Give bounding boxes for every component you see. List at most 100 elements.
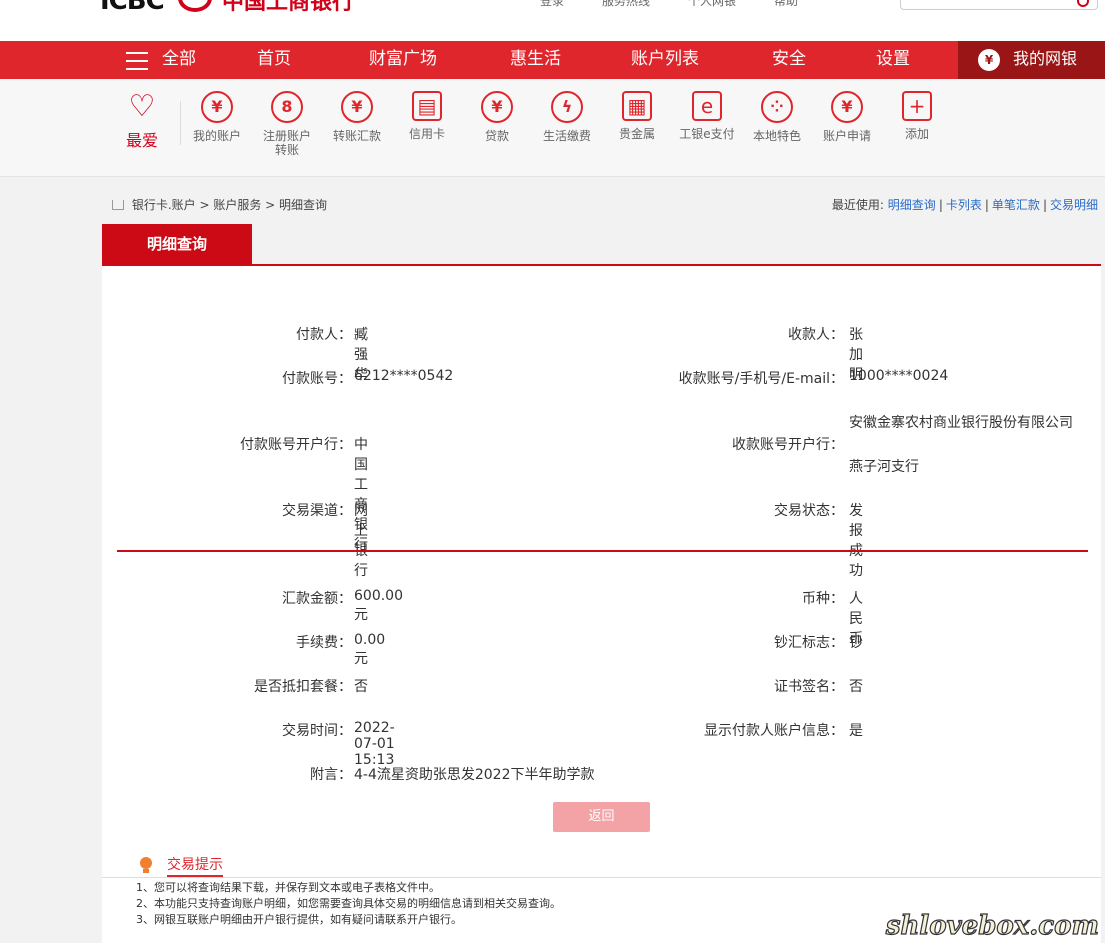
breadcrumb-item[interactable]: 银行卡.账户	[132, 198, 196, 212]
memo-value: 4-4流星资助张思发2022下半年助学款	[354, 767, 595, 783]
quick-label: 添加	[904, 127, 929, 141]
quick-utility[interactable]: ϟ 生活缴费	[534, 91, 600, 143]
tips-divider	[102, 877, 1101, 878]
nav-security[interactable]: 安全	[772, 41, 806, 79]
logo-text: ICBC	[100, 0, 165, 16]
quick-local[interactable]: ⁘ 本地特色	[744, 91, 810, 143]
nav-life[interactable]: 惠生活	[510, 41, 561, 79]
nav-wealth[interactable]: 财富广场	[369, 41, 437, 79]
quick-label: 信用卡	[408, 127, 445, 141]
top-search-input[interactable]	[900, 0, 1098, 10]
quick-transfer[interactable]: ¥ 转账汇款	[324, 91, 390, 143]
gold-bars-icon: ▦	[622, 91, 652, 121]
credit-card-icon: ▤	[412, 91, 442, 121]
recent-link[interactable]: 卡列表	[946, 198, 982, 212]
watermark: shlovebox.com	[885, 910, 1099, 941]
tip-item: 3、网银互联账户明细由开户银行提供，如有疑问请联系开户银行。	[136, 913, 462, 926]
amount-label: 汇款金额：	[282, 591, 352, 607]
favorites-button[interactable]: ♡ 最爱	[118, 91, 166, 151]
return-button[interactable]: 返回	[553, 802, 650, 832]
quick-label: 账户申请	[822, 129, 871, 143]
quick-credit-card[interactable]: ▤ 信用卡	[394, 91, 460, 141]
show-payer-value: 是	[849, 723, 863, 739]
nav-accounts[interactable]: 账户列表	[631, 41, 699, 79]
amount-value: 600.00元	[354, 588, 403, 623]
favorites-label: 最爱	[125, 131, 158, 150]
detail-panel: 付款人： 臧强华 收款人： 张加明 付款账号： 6212****0542 收款账…	[102, 266, 1101, 840]
my-bank-button[interactable]: ¥ 我的网银	[958, 41, 1105, 79]
quick-loan[interactable]: ¥ 贷款	[464, 91, 530, 143]
cert-label: 证书签名：	[774, 679, 844, 695]
breadcrumb: 银行卡.账户 > 账户服务 > 明细查询	[112, 196, 327, 213]
cert-value: 否	[849, 679, 863, 695]
payer-account-value: 6212****0542	[354, 368, 454, 384]
my-bank-label: 我的网银	[1013, 49, 1078, 68]
recent-label: 最近使用:	[831, 198, 884, 212]
menu-icon[interactable]	[126, 52, 148, 70]
quick-label: 贵金属	[618, 127, 655, 141]
transfer-icon: ¥	[341, 91, 373, 123]
add-icon: +	[902, 91, 932, 121]
payer-account-label: 付款账号：	[282, 371, 352, 387]
payee-bank-label: 收款账号开户行：	[732, 437, 844, 453]
payee-bank-line2: 燕子河支行	[849, 459, 919, 475]
top-link-login[interactable]: 登录	[540, 0, 564, 9]
quick-label: 注册账户 转账	[262, 129, 311, 157]
logo-cn: 中国工商银行	[222, 0, 355, 15]
recent-link[interactable]: 单笔汇款	[992, 198, 1040, 212]
search-icon[interactable]	[1077, 0, 1089, 7]
time-label: 交易时间：	[282, 723, 352, 739]
currency-label: 币种：	[802, 591, 844, 607]
quick-account-apply[interactable]: ¥ 账户申请	[814, 91, 880, 143]
quick-add[interactable]: + 添加	[884, 91, 950, 141]
quick-label: 工银e支付	[679, 127, 735, 141]
show-payer-label: 显示付款人账户信息：	[704, 723, 844, 739]
section-divider	[117, 550, 1088, 552]
tips-title: 交易提示	[167, 854, 223, 877]
nav-settings[interactable]: 设置	[876, 41, 910, 79]
package-label: 是否抵扣套餐：	[254, 679, 352, 695]
tab-detail-query[interactable]: 明细查询	[102, 224, 252, 265]
quick-precious-metal[interactable]: ▦ 贵金属	[604, 91, 670, 141]
top-link-hotline[interactable]: 服务热线	[602, 0, 650, 9]
nav-home[interactable]: 首页	[257, 41, 291, 79]
utility-icon: ϟ	[551, 91, 583, 123]
breadcrumb-item[interactable]: 账户服务	[213, 198, 261, 212]
quick-my-account[interactable]: ¥ 我的账户	[184, 91, 250, 143]
cash-flag-value: 钞	[849, 635, 863, 651]
quick-label: 贷款	[484, 129, 509, 143]
payee-bank-line1: 安徽金寨农村商业银行股份有限公司	[849, 415, 1073, 431]
tips-list: 1、您可以将查询结果下载，并保存到文本或电子表格文件中。 2、本功能只支持查询账…	[136, 880, 561, 928]
top-link-personal[interactable]: 个人网银	[688, 0, 736, 9]
top-links: 登录 服务热线 个人网银 帮助	[540, 0, 798, 9]
quick-label: 我的账户	[192, 129, 241, 143]
quick-label: 转账汇款	[332, 129, 381, 143]
quick-e-pay[interactable]: e 工银e支付	[674, 91, 740, 141]
memo-label: 附言：	[310, 767, 352, 783]
quick-register-transfer[interactable]: 8 注册账户 转账	[254, 91, 320, 157]
home-icon[interactable]	[112, 200, 124, 210]
top-link-help[interactable]: 帮助	[774, 0, 798, 9]
recent-link[interactable]: 交易明细	[1050, 198, 1098, 212]
e-pay-icon: e	[692, 91, 722, 121]
main-nav: 全部 首页 财富广场 惠生活 账户列表 安全 设置 ¥ 我的网银	[0, 41, 1105, 79]
payer-bank-label: 付款账号开户行：	[240, 437, 352, 453]
payee-account-label: 收款账号/手机号/E-mail：	[678, 371, 844, 387]
time-value: 2022-07-01 15:13	[354, 720, 395, 768]
fee-label: 手续费：	[296, 635, 352, 651]
payee-label: 收款人：	[788, 327, 844, 343]
channel-label: 交易渠道：	[282, 503, 352, 519]
quick-label: 本地特色	[752, 129, 801, 143]
heart-icon: ♡	[128, 89, 156, 124]
tip-item: 1、您可以将查询结果下载，并保存到文本或电子表格文件中。	[136, 881, 440, 894]
quick-label: 生活缴费	[542, 129, 591, 143]
fee-value: 0.00元	[354, 632, 386, 667]
recent-used: 最近使用: 明细查询 | 卡列表 | 单笔汇款 | 交易明细	[831, 198, 1098, 212]
quick-icon-bar: ♡ 最爱 ¥ 我的账户 8 注册账户 转账 ¥ 转账汇款 ▤ 信用卡 ¥ 贷款 …	[0, 79, 1105, 177]
account-yen-icon: ¥	[201, 91, 233, 123]
payer-label: 付款人：	[296, 327, 352, 343]
nav-all[interactable]: 全部	[162, 41, 196, 79]
breadcrumb-current: 明细查询	[279, 198, 328, 212]
local-feature-icon: ⁘	[761, 91, 793, 123]
recent-link[interactable]: 明细查询	[888, 198, 936, 212]
